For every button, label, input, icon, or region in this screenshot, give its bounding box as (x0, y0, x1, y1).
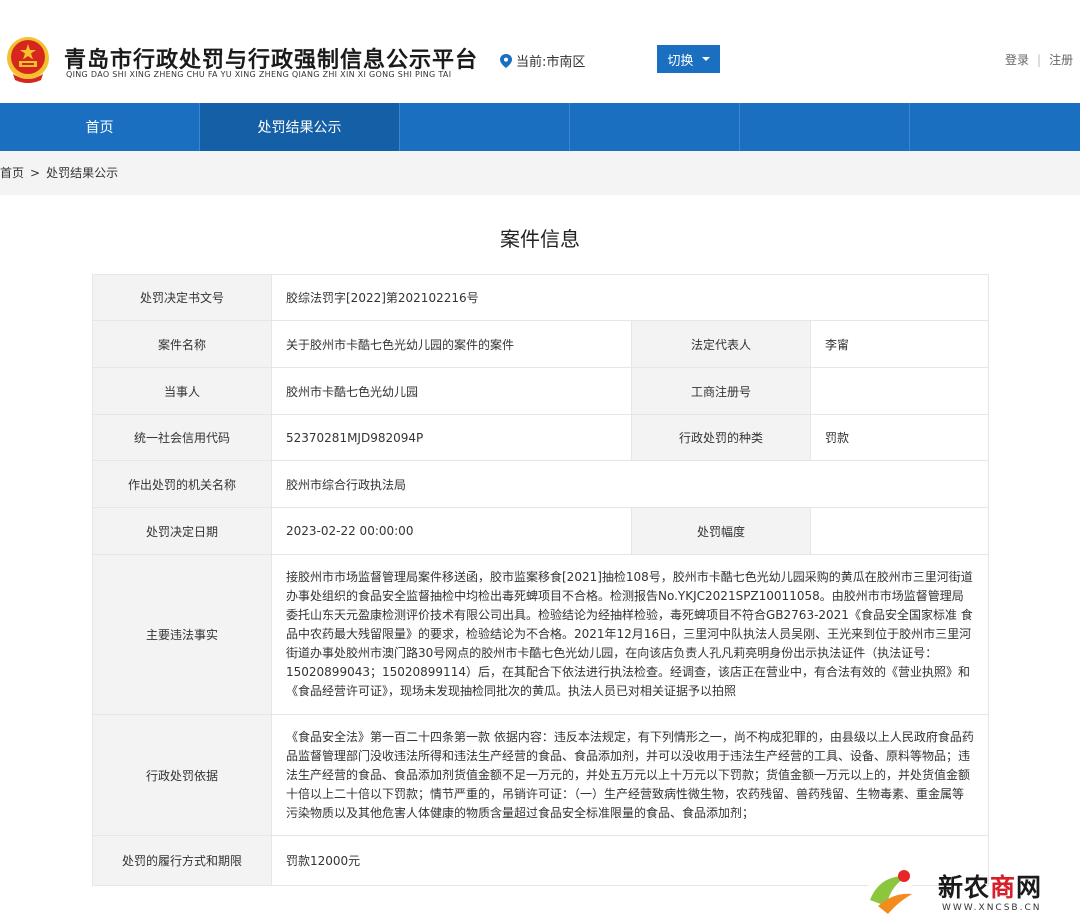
page-title: 案件信息 (500, 227, 580, 251)
caret-down-icon (701, 57, 710, 61)
login-link[interactable]: 登录 (1005, 53, 1029, 67)
party-label: 当事人 (92, 367, 272, 415)
table-row: 处罚的履行方式和期限 罚款12000元 (92, 835, 989, 886)
case-name-value: 关于胶州市卡酷七色光幼儿园的案件的案件 (271, 320, 632, 368)
site-header: 青岛市行政处罚与行政强制信息公示平台 QING DAO SHI XING ZHE… (0, 0, 1080, 103)
switch-region-button[interactable]: 切换 (657, 45, 720, 73)
current-location: 当前:市南区 (500, 51, 585, 70)
date-value: 2023-02-22 00:00:00 (271, 507, 632, 555)
site-subtitle: QING DAO SHI XING ZHENG CHU FA YU XING Z… (66, 70, 452, 79)
nav-item-penalty-results[interactable]: 处罚结果公示 (200, 103, 400, 151)
breadcrumb-arrow: > (30, 166, 41, 180)
penalty-type-label: 行政处罚的种类 (631, 414, 811, 461)
doc-no-label: 处罚决定书文号 (92, 274, 272, 321)
case-info-panel: 案件信息 处罚决定书文号 胶综法罚字[2022]第202102216号 案件名称… (0, 195, 1080, 917)
doc-no-value: 胶综法罚字[2022]第202102216号 (271, 274, 989, 321)
facts-label: 主要违法事实 (92, 554, 272, 715)
auth-links: 登录 | 注册 (1005, 51, 1073, 68)
penalty-type-value: 罚款 (810, 414, 989, 461)
watermark-text: 新农商网 (938, 868, 1042, 904)
watermark-text-a: 新农 (938, 873, 991, 902)
case-name-label: 案件名称 (92, 320, 272, 368)
location-label: 当前:市南区 (516, 55, 586, 70)
nav-item-empty[interactable] (740, 103, 910, 151)
legal-rep-label: 法定代表人 (631, 320, 811, 368)
table-row: 统一社会信用代码 52370281MJD982094P 行政处罚的种类 罚款 (92, 414, 989, 461)
switch-label: 切换 (667, 53, 694, 69)
basis-label: 行政处罚依据 (92, 714, 272, 836)
breadcrumb-current: 处罚结果公示 (46, 166, 119, 180)
nav-item-home[interactable]: 首页 (0, 103, 200, 151)
basis-value: 《食品安全法》第一百二十四条第一款 依据内容：违反本法规定，有下列情形之一，尚不… (271, 714, 989, 836)
credit-code-label: 统一社会信用代码 (92, 414, 272, 461)
register-link[interactable]: 注册 (1049, 53, 1073, 67)
table-row: 当事人 胶州市卡酷七色光幼儿园 工商注册号 (92, 367, 989, 415)
legal-rep-value: 李甯 (810, 320, 989, 368)
nav-item-empty[interactable] (570, 103, 740, 151)
table-row: 行政处罚依据 《食品安全法》第一百二十四条第一款 依据内容：违反本法规定，有下列… (92, 714, 989, 836)
watermark-text-c: 网 (1016, 873, 1043, 902)
facts-value: 接胶州市市场监督管理局案件移送函，胶市监案移食[2021]抽检108号，胶州市卡… (271, 554, 989, 715)
credit-code-value: 52370281MJD982094P (271, 414, 632, 461)
range-value (810, 507, 989, 555)
execution-label: 处罚的履行方式和期限 (92, 835, 272, 886)
breadcrumb-home[interactable]: 首页 (0, 166, 24, 180)
national-emblem-icon (7, 37, 49, 83)
date-label: 处罚决定日期 (92, 507, 272, 555)
authority-label: 作出处罚的机关名称 (92, 460, 272, 508)
table-row: 作出处罚的机关名称 胶州市综合行政执法局 (92, 460, 989, 508)
authority-value: 胶州市综合行政执法局 (271, 460, 989, 508)
auth-separator: | (1037, 53, 1042, 67)
watermark-text-b: 商 (990, 873, 1017, 902)
nav-item-empty[interactable] (400, 103, 570, 151)
breadcrumb: 首页 > 处罚结果公示 (0, 164, 118, 181)
biz-reg-value (810, 367, 989, 415)
range-label: 处罚幅度 (631, 507, 811, 555)
table-row: 处罚决定书文号 胶综法罚字[2022]第202102216号 (92, 274, 989, 321)
location-pin-icon (500, 53, 512, 68)
biz-reg-label: 工商注册号 (631, 367, 811, 415)
case-info-table: 处罚决定书文号 胶综法罚字[2022]第202102216号 案件名称 关于胶州… (92, 274, 989, 886)
table-row: 处罚决定日期 2023-02-22 00:00:00 处罚幅度 (92, 507, 989, 555)
table-row: 案件名称 关于胶州市卡酷七色光幼儿园的案件的案件 法定代表人 李甯 (92, 320, 989, 368)
watermark-url: WWW.XNCSB.CN (942, 903, 1042, 913)
table-row: 主要违法事实 接胶州市市场监督管理局案件移送函，胶市监案移食[2021]抽检10… (92, 554, 989, 715)
main-nav: 首页 处罚结果公示 (0, 103, 1080, 151)
party-value: 胶州市卡酷七色光幼儿园 (271, 367, 632, 415)
